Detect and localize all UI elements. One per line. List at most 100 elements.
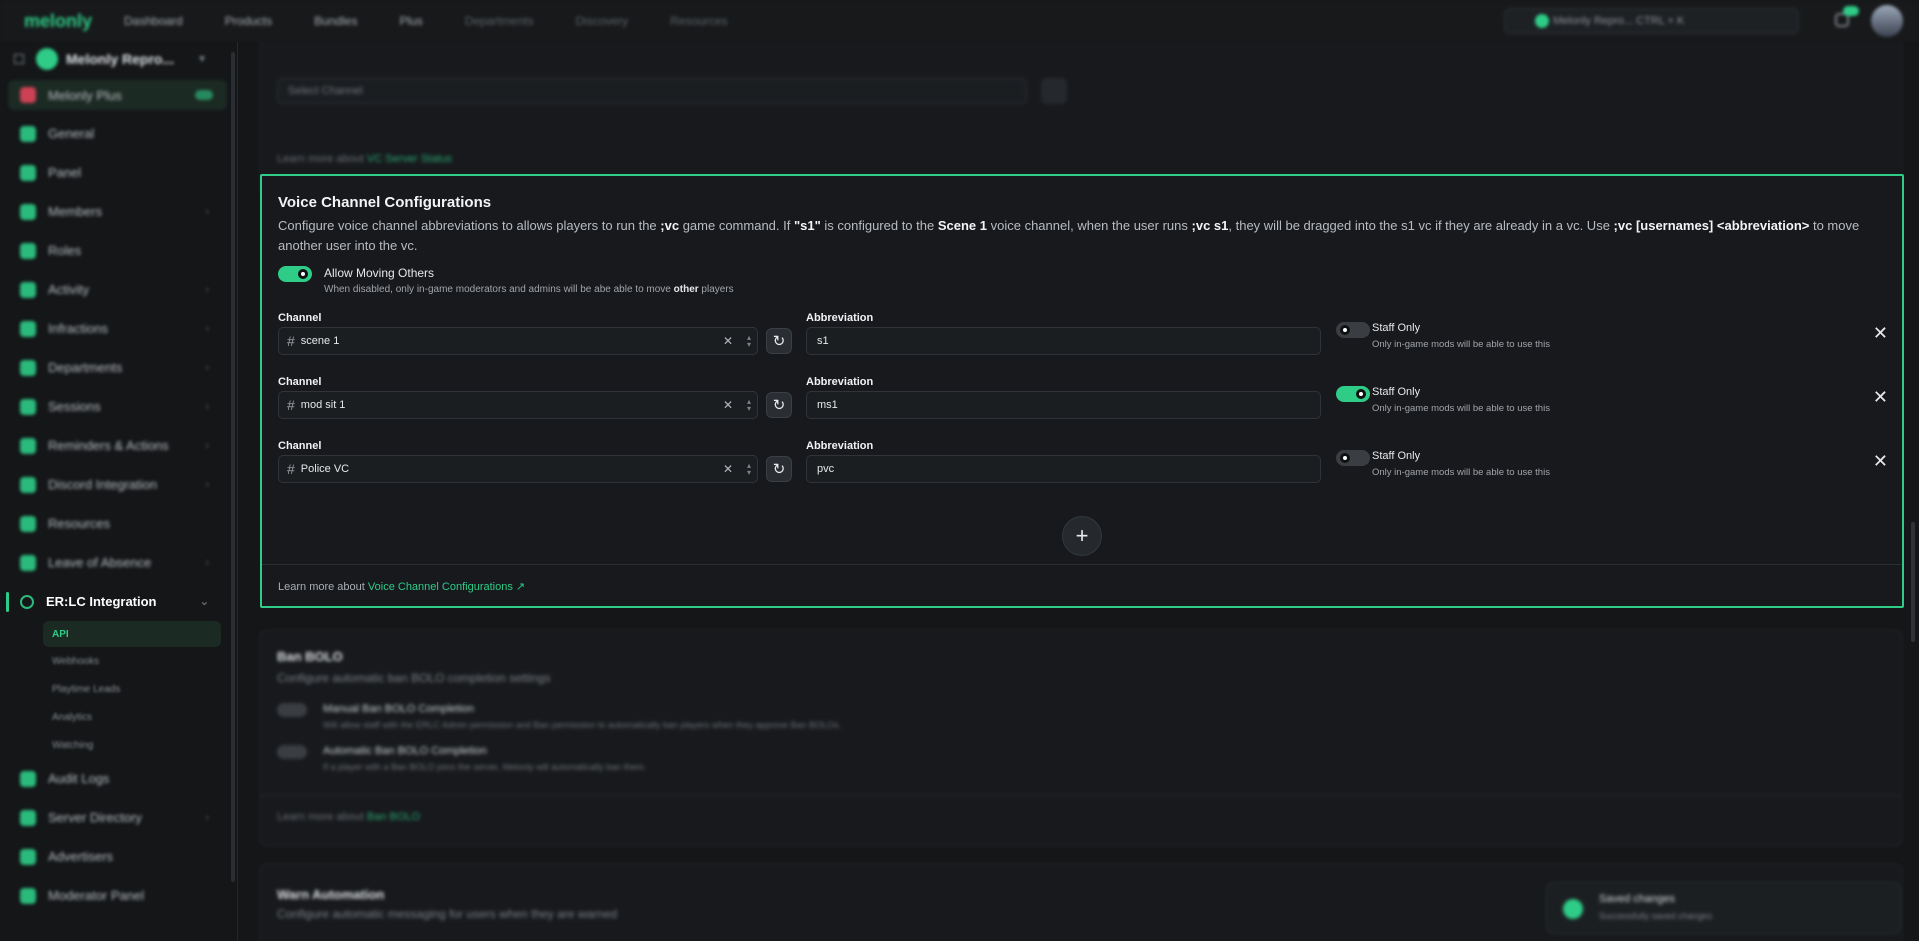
nav-departments[interactable]: Departments <box>465 14 534 28</box>
abbreviation-input[interactable]: pvc <box>806 455 1321 483</box>
toast-notification: Saved changes Successfully saved changes <box>1546 882 1901 934</box>
remove-row-icon[interactable]: ✕ <box>1873 452 1888 470</box>
discord-icon <box>20 476 36 493</box>
allow-moving-others-desc: When disabled, only in-game moderators a… <box>324 284 734 295</box>
active-indicator <box>6 592 9 612</box>
toast-desc: Successfully saved changes <box>1599 911 1713 921</box>
sidebar-toggle-icon[interactable] <box>14 54 24 64</box>
desc-text: game command. If <box>679 218 794 233</box>
manual-ban-bolo-label: Manual Ban BOLO Completion <box>323 703 475 715</box>
updown-icon: ▴ ▾ <box>746 461 751 477</box>
refresh-button[interactable] <box>1041 78 1067 104</box>
learn-more-prefix: Learn more about <box>277 153 364 165</box>
sidebar-item-label: Infractions <box>48 321 108 336</box>
sidebar-item-advertisers[interactable]: Advertisers <box>0 837 237 876</box>
external-link-icon[interactable]: ↗ <box>516 581 525 593</box>
abbreviation-input[interactable]: ms1 <box>806 391 1321 419</box>
chevron-right-icon: › <box>205 322 209 335</box>
staff-only-toggle[interactable] <box>1336 450 1370 466</box>
nav-plus[interactable]: Plus <box>399 14 422 28</box>
sidebar-item-general[interactable]: General <box>0 114 237 153</box>
add-row-button[interactable]: + <box>1062 516 1102 556</box>
manual-ban-bolo-toggle[interactable] <box>277 703 307 717</box>
voice-channel-config-card: Voice Channel Configurations Configure v… <box>260 174 1904 608</box>
top-navbar: melonly Dashboard Products Bundles Plus … <box>0 0 1919 42</box>
main-scrollbar[interactable] <box>1911 522 1915 642</box>
desc-text: Configure voice channel abbreviations to… <box>278 218 661 233</box>
staff-only-label: Staff Only <box>1372 322 1421 334</box>
nav-dashboard[interactable]: Dashboard <box>124 14 183 28</box>
channel-select[interactable]: # Police VC ✕ ▴ ▾ <box>278 455 758 483</box>
sidebar-item-activity[interactable]: Activity › <box>0 270 237 309</box>
learn-more-link[interactable]: VC Server Status <box>367 153 452 165</box>
chevron-right-icon: › <box>205 478 209 491</box>
card-title: Warn Automation <box>277 887 385 902</box>
remove-row-icon[interactable]: ✕ <box>1873 388 1888 406</box>
vc-config-row: Channel Abbreviation # scene 1 ✕ ▴ ▾ ↻ s1… <box>278 312 1888 360</box>
hash-icon: # <box>287 397 295 413</box>
nav-products[interactable]: Products <box>225 14 272 28</box>
remove-row-icon[interactable]: ✕ <box>1873 324 1888 342</box>
learn-more-link[interactable]: Voice Channel Configurations <box>368 581 513 593</box>
staff-only-toggle[interactable] <box>1336 322 1370 338</box>
sidebar-item-erlc-integration[interactable]: ER:LC Integration ⌄ <box>0 582 237 621</box>
sidebar-item-server-directory[interactable]: Server Directory › <box>0 798 237 837</box>
sidebar-item-label: Sessions <box>48 399 101 414</box>
allow-moving-others-toggle[interactable] <box>278 266 312 282</box>
automatic-ban-bolo-toggle[interactable] <box>277 745 307 759</box>
clear-icon[interactable]: ✕ <box>723 462 733 476</box>
desc-usage: ;vc [usernames] <abbreviation> <box>1613 218 1810 233</box>
refresh-channels-button[interactable]: ↻ <box>766 456 792 482</box>
channel-select[interactable]: # scene 1 ✕ ▴ ▾ <box>278 327 758 355</box>
nav-resources[interactable]: Resources <box>670 14 727 28</box>
sidebar-subitem-webhooks[interactable]: Webhooks <box>0 647 237 675</box>
channel-select[interactable]: # mod sit 1 ✕ ▴ ▾ <box>278 391 758 419</box>
sidebar-item-discord-integration[interactable]: Discord Integration › <box>0 465 237 504</box>
sidebar-item-infractions[interactable]: Infractions › <box>0 309 237 348</box>
abbreviation-input[interactable]: s1 <box>806 327 1321 355</box>
sidebar-subitem-api[interactable]: API <box>43 621 221 647</box>
clear-icon[interactable]: ✕ <box>723 398 733 412</box>
manual-ban-bolo-desc: Will allow staff with the ERLC Admin per… <box>323 720 842 730</box>
erlc-icon <box>20 594 34 609</box>
reminders-icon <box>20 437 36 454</box>
user-avatar[interactable] <box>1871 5 1903 37</box>
sidebar-item-panel[interactable]: Panel <box>0 153 237 192</box>
plus-badge <box>195 90 213 100</box>
nav-discovery[interactable]: Discovery <box>576 14 629 28</box>
channel-select[interactable]: Select Channel <box>277 78 1027 104</box>
staff-only-toggle[interactable] <box>1336 386 1370 402</box>
sidebar-item-audit-logs[interactable]: Audit Logs <box>0 759 237 798</box>
sidebar-subitem-analytics[interactable]: Analytics <box>0 703 237 731</box>
sidebar-scrollbar[interactable] <box>231 52 235 882</box>
desc-text: voice channel, when the user runs <box>987 218 1192 233</box>
sidebar: Melonly Repro... ▼ Melonly Plus General … <box>0 42 238 941</box>
sidebar-item-label: Reminders & Actions <box>48 438 169 453</box>
sidebar-item-departments[interactable]: Departments › <box>0 348 237 387</box>
sidebar-item-moderator-panel[interactable]: Moderator Panel <box>0 876 237 915</box>
clear-icon[interactable]: ✕ <box>723 334 733 348</box>
server-switcher[interactable]: Melonly Repro... ▼ <box>0 42 237 76</box>
sidebar-subitem-watching[interactable]: Watching <box>0 731 237 759</box>
melonly-logo[interactable]: melonly <box>24 11 124 32</box>
learn-more: Learn more about Ban BOLO <box>277 811 420 823</box>
sidebar-item-sessions[interactable]: Sessions › <box>0 387 237 426</box>
refresh-channels-button[interactable]: ↻ <box>766 392 792 418</box>
server-search[interactable]: Melonly Repro... CTRL + K <box>1504 8 1799 34</box>
learn-more-link[interactable]: Ban BOLO <box>367 811 420 823</box>
sidebar-item-melonly-plus[interactable]: Melonly Plus <box>8 80 227 110</box>
sessions-icon <box>20 398 36 415</box>
sidebar-item-members[interactable]: Members › <box>0 192 237 231</box>
sidebar-item-resources[interactable]: Resources <box>0 504 237 543</box>
sidebar-item-roles[interactable]: Roles <box>0 231 237 270</box>
sidebar-item-label: Resources <box>48 516 111 531</box>
updown-icon: ▴ ▾ <box>746 333 751 349</box>
divider <box>261 795 1901 796</box>
staff-only-desc: Only in-game mods will be able to use th… <box>1372 467 1550 478</box>
sidebar-item-reminders[interactable]: Reminders & Actions › <box>0 426 237 465</box>
hash-icon: # <box>287 461 295 477</box>
refresh-channels-button[interactable]: ↻ <box>766 328 792 354</box>
sidebar-subitem-playtime-leads[interactable]: Playtime Leads <box>0 675 237 703</box>
nav-bundles[interactable]: Bundles <box>314 14 357 28</box>
sidebar-item-leave-of-absence[interactable]: Leave of Absence › <box>0 543 237 582</box>
